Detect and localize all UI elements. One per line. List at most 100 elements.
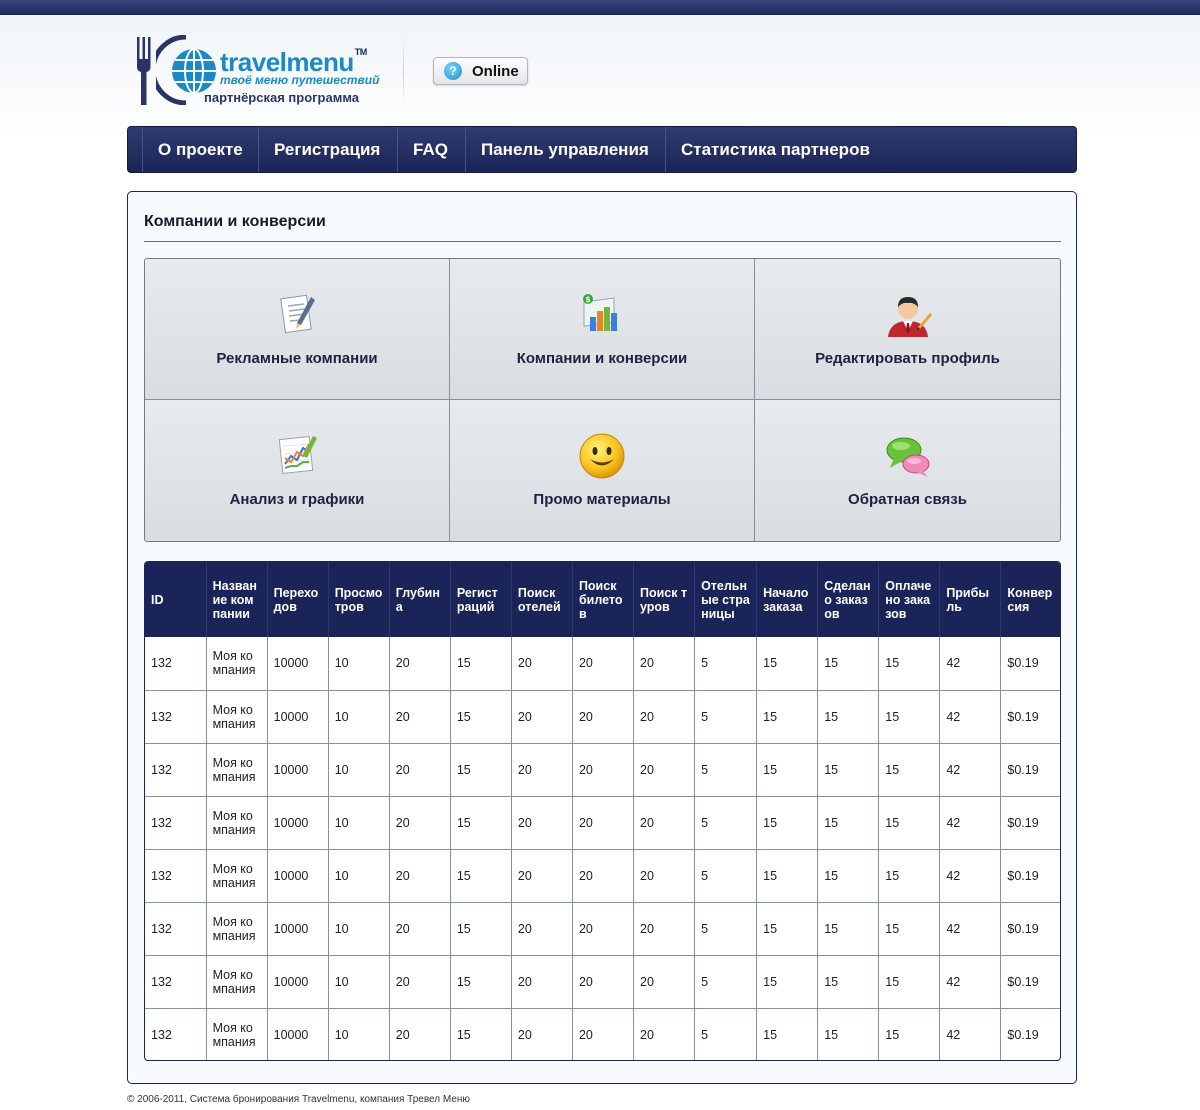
user-edit-icon	[887, 297, 932, 337]
table-cell: 15	[878, 637, 941, 691]
column-header: Поиск отелей	[511, 562, 573, 637]
table-cell: 15	[878, 902, 941, 956]
table-header-row: ID Название компании Переходов Просмотров Гл…	[145, 562, 1060, 637]
table-row: 132 Моя компания 10000 10 20 15 20 20 20 5 15 15 15 4…	[145, 743, 1060, 797]
tile-label: Компании и конверсии	[516, 350, 688, 367]
menu-tiles: Рекламные компании $ Компании и конверси…	[144, 258, 1061, 542]
table-row: 132 Моя компания 10000 10 20 15 20 20 20 5 15 15 15 4…	[145, 690, 1060, 744]
table-cell: Моя компания	[206, 902, 268, 956]
tile-ad-campaigns[interactable]: Рекламные компании	[145, 259, 450, 400]
table-cell: 10000	[267, 637, 329, 691]
table-cell: Моя компания	[206, 849, 268, 903]
table-cell: 42	[939, 743, 1002, 797]
table-cell: 5	[694, 1008, 758, 1060]
table-cell: 5	[694, 849, 758, 903]
nav-item-registration[interactable]: Регистрация	[258, 127, 397, 172]
table-cell: 20	[389, 743, 451, 797]
partner-program-label: партнёрская программа	[204, 90, 360, 105]
table-cell: 132	[145, 902, 207, 956]
table-cell: 10000	[267, 743, 329, 797]
table-cell: 10	[328, 1008, 390, 1060]
table-cell: $0.19	[1000, 955, 1060, 1009]
table-cell: 132	[145, 849, 207, 903]
table-cell: 20	[572, 796, 635, 850]
table-cell: 132	[145, 743, 207, 797]
tile-feedback[interactable]: Обратная связь	[755, 400, 1060, 541]
online-help-button[interactable]: ? Online	[433, 57, 528, 85]
table-cell: 20	[511, 1008, 573, 1060]
nav-item-partner-stats[interactable]: Статистика партнеров	[665, 127, 885, 172]
bar-chart-money-icon: $	[583, 294, 617, 331]
column-header: Сделано заказов	[817, 562, 880, 637]
content-panel: Компании и конверсии Рекламные компании	[127, 191, 1077, 1084]
speech-bubbles-icon	[886, 437, 929, 477]
table-cell: 15	[817, 743, 880, 797]
table-cell: 20	[389, 1008, 451, 1060]
column-header: Переходов	[267, 562, 329, 637]
nav-item-dashboard[interactable]: Панель управления	[465, 127, 665, 172]
table-cell: $0.19	[1000, 796, 1060, 850]
table-body: 132 Моя компания 10000 10 20 15 20 20 20 5 15 15 15 4…	[145, 637, 1060, 1060]
table-cell: Моя компания	[206, 796, 268, 850]
column-header: Поиск туров	[633, 562, 696, 637]
table-cell: 15	[450, 955, 512, 1009]
table-row: 132 Моя компания 10000 10 20 15 20 20 20 5 15 15 15 4…	[145, 1008, 1060, 1060]
tile-campaigns-conversions[interactable]: $ Компании и конверсии	[450, 259, 755, 400]
table-cell: 20	[389, 690, 451, 744]
table-cell: 20	[572, 849, 635, 903]
table-cell: 20	[389, 637, 451, 691]
online-button-label: Online	[472, 62, 519, 80]
table-cell: 15	[450, 637, 512, 691]
table-row: 132 Моя компания 10000 10 20 15 20 20 20 5 15 15 15 4…	[145, 955, 1060, 1009]
tile-label: Рекламные компании	[216, 350, 378, 367]
svg-text:$: $	[585, 295, 591, 304]
column-header: Регистраций	[450, 562, 512, 637]
table-cell: 15	[878, 796, 941, 850]
main-nav: О проекте Регистрация FAQ Панель управле…	[127, 126, 1077, 173]
table-cell: Моя компания	[206, 743, 268, 797]
table-cell: 15	[756, 796, 819, 850]
line-chart-icon	[278, 435, 317, 475]
tile-label: Анализ и графики	[229, 491, 365, 508]
stats-table: ID Название компании Переходов Просмотров Гл…	[145, 562, 1060, 1060]
table-cell: 20	[572, 743, 635, 797]
table-cell: 15	[756, 955, 819, 1009]
table-cell: 10000	[267, 902, 329, 956]
table-cell: 15	[817, 902, 880, 956]
tile-analytics[interactable]: Анализ и графики	[145, 400, 450, 541]
nav-item-about[interactable]: О проекте	[142, 127, 258, 172]
tile-promo-materials[interactable]: Промо материалы	[450, 400, 755, 541]
table-cell: $0.19	[1000, 637, 1060, 691]
column-header: Отельные страницы	[694, 562, 758, 637]
column-header: Просмотров	[328, 562, 390, 637]
table-cell: 15	[817, 690, 880, 744]
tile-label: Обратная связь	[848, 491, 967, 508]
column-header: Прибыль	[939, 562, 1002, 637]
logo[interactable]: travelmenuTM твоё меню путешествий партн…	[136, 35, 379, 107]
table-cell: 10000	[267, 690, 329, 744]
table-cell: 15	[878, 849, 941, 903]
smiley-icon	[579, 433, 625, 479]
table-cell: 15	[756, 902, 819, 956]
page-title: Компании и конверсии	[144, 213, 326, 230]
top-bar	[0, 0, 1200, 15]
help-icon: ?	[444, 62, 462, 80]
table-cell: 10000	[267, 1008, 329, 1060]
table-cell: 15	[756, 743, 819, 797]
table-cell: 132	[145, 796, 207, 850]
table-cell: $0.19	[1000, 690, 1060, 744]
tile-edit-profile[interactable]: Редактировать профиль	[755, 259, 1060, 400]
table-cell: 10	[328, 955, 390, 1009]
table-cell: 42	[939, 796, 1002, 850]
table-cell: 15	[756, 690, 819, 744]
table-cell: 20	[633, 637, 696, 691]
column-header: Начало заказа	[756, 562, 819, 637]
nav-item-faq[interactable]: FAQ	[397, 127, 465, 172]
table-cell: Моя компания	[206, 955, 268, 1009]
table-cell: 5	[694, 902, 758, 956]
table-cell: $0.19	[1000, 849, 1060, 903]
column-header: Глубина	[389, 562, 451, 637]
table-cell: 20	[633, 902, 696, 956]
table-cell: 15	[756, 849, 819, 903]
brand-tagline: твоё меню путешествий	[220, 73, 380, 87]
